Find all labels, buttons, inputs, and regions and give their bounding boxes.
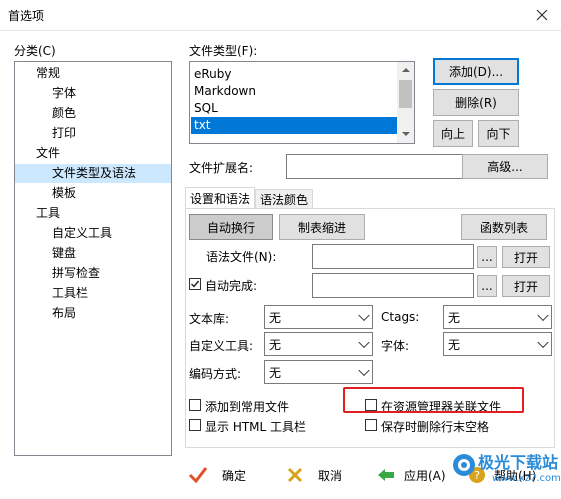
chevron-down-icon xyxy=(537,336,549,349)
ok-button[interactable]: 确定 xyxy=(188,462,268,488)
close-icon xyxy=(536,9,548,21)
category-tree[interactable]: 常规 字体 颜色 打印 文件 文件类型及语法 模板 工具 自定义工具 键盘 拼写检查 工具栏 布局 xyxy=(14,61,172,456)
move-down-button[interactable]: 向下 xyxy=(478,120,519,147)
extension-input[interactable] xyxy=(286,154,474,179)
checkmark-icon xyxy=(188,467,208,484)
scroll-up-icon[interactable] xyxy=(402,68,410,72)
close-button[interactable] xyxy=(531,4,553,26)
add-common-label: 添加到常用文件 xyxy=(205,400,290,414)
window-title: 首选项 xyxy=(8,9,45,23)
list-item[interactable]: eRuby xyxy=(191,66,398,83)
add-button[interactable]: 添加(D)... xyxy=(433,58,519,85)
close-icon xyxy=(287,467,303,483)
advanced-button[interactable]: 高级... xyxy=(462,154,548,179)
sidebar-item[interactable]: 模板 xyxy=(52,184,76,203)
chevron-down-icon xyxy=(537,309,549,322)
show-html-toolbar-label: 显示 HTML 工具栏 xyxy=(205,420,307,434)
auto-complete-input[interactable] xyxy=(312,273,474,298)
ctags-label: Ctags: xyxy=(381,310,420,324)
list-item[interactable]: txt xyxy=(191,117,398,134)
scroll-thumb[interactable] xyxy=(399,80,412,108)
sidebar-item[interactable]: 工具 xyxy=(36,204,60,223)
encoding-select[interactable]: 无 xyxy=(264,360,373,384)
auto-complete-checkbox[interactable] xyxy=(189,278,201,290)
sidebar-item[interactable]: 自定义工具 xyxy=(52,224,112,243)
custom-tool-select[interactable]: 无 xyxy=(264,332,373,356)
auto-complete-open-button[interactable]: 打开 xyxy=(502,275,550,297)
tab-syntax-colors[interactable]: 语法颜色 xyxy=(255,189,313,209)
ctags-select[interactable]: 无 xyxy=(443,305,552,329)
tab-indent-button[interactable]: 制表缩进 xyxy=(279,214,365,240)
extension-label: 文件扩展名: xyxy=(189,161,254,175)
trim-trailing-label: 保存时删除行末空格 xyxy=(381,420,490,434)
apply-button[interactable]: 应用(A) xyxy=(376,462,456,488)
library-label: 文本库: xyxy=(189,312,230,326)
sidebar-item[interactable]: 键盘 xyxy=(52,244,76,263)
watermark-text: 极光下载站 xyxy=(478,453,559,472)
move-up-button[interactable]: 向上 xyxy=(433,120,473,147)
auto-complete-label: 自动完成: xyxy=(205,279,258,293)
syntax-file-label: 语法文件(N): xyxy=(206,250,277,264)
syntax-file-input[interactable] xyxy=(312,244,474,269)
sidebar-item[interactable]: 常规 xyxy=(36,64,60,83)
filetypes-list[interactable]: eRuby Markdown SQL txt xyxy=(189,61,415,144)
chevron-down-icon xyxy=(358,364,370,377)
add-common-checkbox[interactable] xyxy=(189,399,201,411)
chevron-down-icon xyxy=(358,336,370,349)
checkmark-icon xyxy=(191,280,200,288)
cancel-button[interactable]: 取消 xyxy=(286,462,366,488)
sidebar-item[interactable]: 打印 xyxy=(52,124,76,143)
filetypes-label: 文件类型(F): xyxy=(189,44,258,58)
sidebar-item[interactable]: 颜色 xyxy=(52,104,76,123)
delete-button[interactable]: 删除(R) xyxy=(433,89,519,116)
font-label: 字体: xyxy=(381,339,410,353)
sidebar-item[interactable]: 布局 xyxy=(52,304,76,323)
syntax-browse-button[interactable]: ... xyxy=(477,246,497,268)
scroll-down-icon[interactable] xyxy=(402,132,410,136)
sidebar-item[interactable]: 文件 xyxy=(36,144,60,163)
auto-wrap-button[interactable]: 自动换行 xyxy=(189,214,273,240)
list-item[interactable]: SQL xyxy=(191,100,398,117)
custom-tool-label: 自定义工具: xyxy=(189,339,254,353)
watermark-url: www.xz7.com xyxy=(492,473,561,484)
sidebar-item[interactable]: 拼写检查 xyxy=(52,264,100,283)
highlight-box xyxy=(343,387,524,413)
categories-label: 分类(C) xyxy=(14,44,56,58)
function-list-button[interactable]: 函数列表 xyxy=(461,214,547,240)
tab-settings[interactable]: 设置和语法 xyxy=(185,187,255,209)
title-bar: 首选项 xyxy=(0,0,561,31)
arrow-left-icon xyxy=(378,469,394,481)
library-select[interactable]: 无 xyxy=(264,305,373,329)
chevron-down-icon xyxy=(358,309,370,322)
sidebar-item[interactable]: 工具栏 xyxy=(52,284,88,303)
auto-complete-browse-button[interactable]: ... xyxy=(477,275,497,297)
watermark-logo-icon xyxy=(453,454,475,476)
list-item[interactable]: Markdown xyxy=(191,83,398,100)
trim-trailing-checkbox[interactable] xyxy=(365,419,377,431)
watermark: 极光下载站 www.xz7.com xyxy=(452,445,561,497)
encoding-label: 编码方式: xyxy=(189,367,242,381)
sidebar-item[interactable]: 字体 xyxy=(52,84,76,103)
list-scrollbar[interactable] xyxy=(397,62,414,143)
syntax-open-button[interactable]: 打开 xyxy=(502,246,550,268)
font-select[interactable]: 无 xyxy=(443,332,552,356)
show-html-toolbar-checkbox[interactable] xyxy=(189,419,201,431)
sidebar-item[interactable]: 文件类型及语法 xyxy=(15,164,171,183)
